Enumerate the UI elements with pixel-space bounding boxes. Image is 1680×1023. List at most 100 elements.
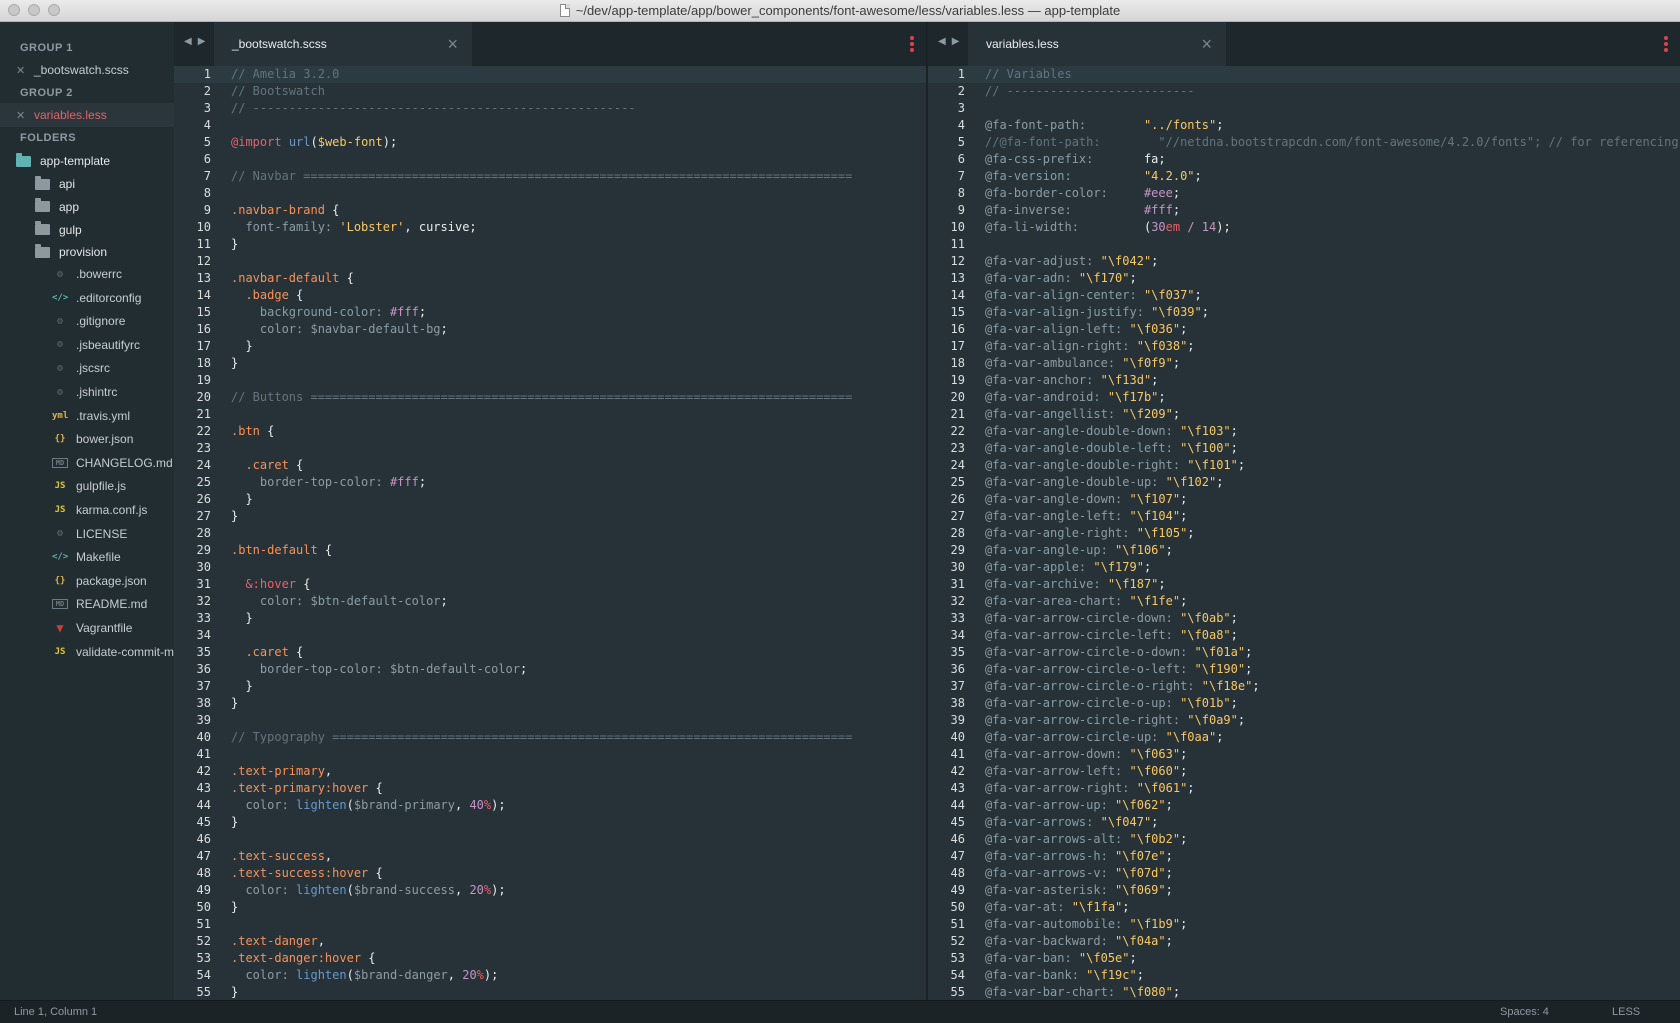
file-item[interactable]: MD README.md	[0, 592, 174, 616]
folder-gulp[interactable]: gulp	[0, 218, 174, 242]
tab-nav-arrows[interactable]: ◀▶	[938, 36, 965, 47]
code-file-icon: </>	[52, 552, 69, 563]
code-area[interactable]: 1 // Amelia 3.2.0 2 // Bootswatch 3 // ------…	[174, 66, 926, 1000]
line-number: 40	[196, 730, 211, 744]
code-token: "\f1b9"	[1129, 917, 1181, 931]
line-text: @fa-var-angle-double-up: "\f102";	[985, 474, 1223, 491]
folder-api[interactable]: api	[0, 172, 174, 196]
file-item[interactable]: JS gulpfile.js	[0, 474, 174, 498]
code-token: .caret	[231, 645, 289, 659]
file-label: package.json	[76, 573, 147, 588]
open-file-label: _bootswatch.scss	[34, 63, 129, 77]
code-token: ;	[1165, 798, 1173, 812]
close-icon[interactable]: ✕	[16, 64, 34, 77]
folder-app[interactable]: app	[0, 195, 174, 219]
code-token: .navbar-default	[231, 271, 340, 285]
close-icon[interactable]: ×	[1201, 34, 1212, 55]
code-token: {	[368, 781, 383, 795]
open-file-bootswatch[interactable]: ✕ _bootswatch.scss	[0, 58, 174, 82]
minimize-window-button[interactable]	[28, 4, 40, 16]
code-token: }	[231, 356, 239, 370]
line-text: @fa-var-ambulance: "\f0f9";	[985, 355, 1180, 372]
line-text: @fa-inverse: #fff;	[985, 202, 1180, 219]
line-number: 24	[950, 458, 965, 472]
file-item[interactable]: JS validate-commit-m	[0, 640, 174, 664]
line-number: 9	[203, 203, 211, 217]
file-item[interactable]: {} package.json	[0, 569, 174, 593]
close-window-button[interactable]	[8, 4, 20, 16]
file-item[interactable]: ⚙ .bowerrc	[0, 262, 174, 286]
file-item[interactable]: ▼ Vagrantfile	[0, 616, 174, 640]
code-area[interactable]: 1 // Variables 2 // -----------------------…	[928, 66, 1680, 1000]
code-token: //@fa-font-path: "//netdna.bootstrapcdn.…	[985, 135, 1679, 149]
syntax-setting[interactable]: LESS	[1612, 1006, 1640, 1018]
code-token: ;	[1136, 968, 1144, 982]
code-token: // Amelia 3.2.0	[231, 67, 340, 81]
close-icon[interactable]: ✕	[16, 109, 34, 122]
code-line: 26 }	[174, 491, 926, 508]
code-line: 49 color: lighten($brand-success, 20%);	[174, 882, 926, 899]
folder-provision[interactable]: provision	[0, 240, 174, 264]
folder-label: app	[59, 199, 80, 214]
line-text: color: lighten($brand-danger, 20%);	[231, 967, 498, 984]
line-text: color: lighten($brand-primary, 40%);	[231, 797, 506, 814]
line-number: 38	[196, 696, 211, 710]
line-text: .text-danger:hover {	[231, 950, 376, 967]
code-token: "\f07e"	[1115, 849, 1166, 863]
folder-icon	[35, 243, 50, 258]
code-token: @fa-var-angle-double-down:	[985, 424, 1181, 438]
line-text: &:hover {	[231, 576, 310, 593]
pane-menu-icon[interactable]	[910, 36, 914, 52]
folder-root[interactable]: app-template	[0, 149, 174, 173]
line-number: 36	[950, 662, 965, 676]
line-text: }	[231, 338, 252, 355]
line-text: }	[231, 236, 238, 253]
file-label: CHANGELOG.md	[76, 455, 173, 470]
code-line: 43 .text-primary:hover {	[174, 780, 926, 797]
code-token: ;	[1122, 900, 1130, 914]
tab-bootswatch[interactable]: _bootswatch.scss ×	[214, 22, 472, 66]
file-item[interactable]: ⚙ .gitignore	[0, 309, 174, 333]
code-token: @fa-var-arrows-v:	[985, 866, 1116, 880]
code-token: ;	[1230, 696, 1238, 710]
code-line: 8 @fa-border-color: #eee;	[928, 185, 1680, 202]
file-item[interactable]: JS karma.conf.js	[0, 498, 174, 522]
code-line: 37 @fa-var-arrow-circle-o-right: "\f18e";	[928, 678, 1680, 695]
code-token: "\f102"	[1165, 475, 1217, 489]
code-token: ,	[455, 798, 470, 812]
code-line: 54 @fa-var-bank: "\f19c";	[928, 967, 1680, 984]
code-token: ;	[1194, 169, 1202, 183]
code-token: ;	[1237, 458, 1246, 472]
code-token: "\f1fe"	[1129, 594, 1181, 608]
code-line: 36 @fa-var-arrow-circle-o-left: "\f190";	[928, 661, 1680, 678]
line-number: 54	[196, 968, 211, 982]
file-item[interactable]: yml .travis.yml	[0, 404, 174, 428]
code-token: "\f0a9"	[1187, 713, 1238, 727]
file-item[interactable]: ⚙ .jsbeautifyrc	[0, 333, 174, 357]
close-icon[interactable]: ×	[447, 34, 458, 55]
code-line: 44 @fa-var-arrow-up: "\f062";	[928, 797, 1680, 814]
tab-nav-arrows[interactable]: ◀▶	[184, 36, 211, 47]
file-item[interactable]: </> .editorconfig	[0, 286, 174, 310]
line-text: @fa-var-android: "\f17b";	[985, 389, 1166, 406]
indentation-setting[interactable]: Spaces: 4	[1500, 1006, 1549, 1018]
tab-variables[interactable]: variables.less ×	[968, 22, 1226, 66]
zoom-window-button[interactable]	[48, 4, 60, 16]
file-item[interactable]: {} bower.json	[0, 427, 174, 451]
code-token: em	[1165, 220, 1181, 234]
code-token: );	[491, 798, 506, 812]
file-item[interactable]: MD CHANGELOG.md	[0, 451, 174, 475]
file-item[interactable]: </> Makefile	[0, 545, 174, 569]
code-token: .text-danger:hover	[231, 951, 362, 965]
line-number: 7	[957, 169, 965, 183]
pane-menu-icon[interactable]	[1664, 36, 1668, 52]
file-item[interactable]: ⚙ .jscsrc	[0, 356, 174, 380]
line-number: 41	[196, 747, 211, 761]
file-item[interactable]: ⚙ .jshintrc	[0, 380, 174, 404]
line-text: .navbar-default {	[231, 270, 354, 287]
code-token: @fa-var-adjust:	[985, 254, 1101, 268]
file-item[interactable]: ⚙ LICENSE	[0, 522, 174, 546]
code-token: }	[231, 237, 239, 251]
open-file-variables[interactable]: ✕ variables.less	[0, 103, 174, 127]
